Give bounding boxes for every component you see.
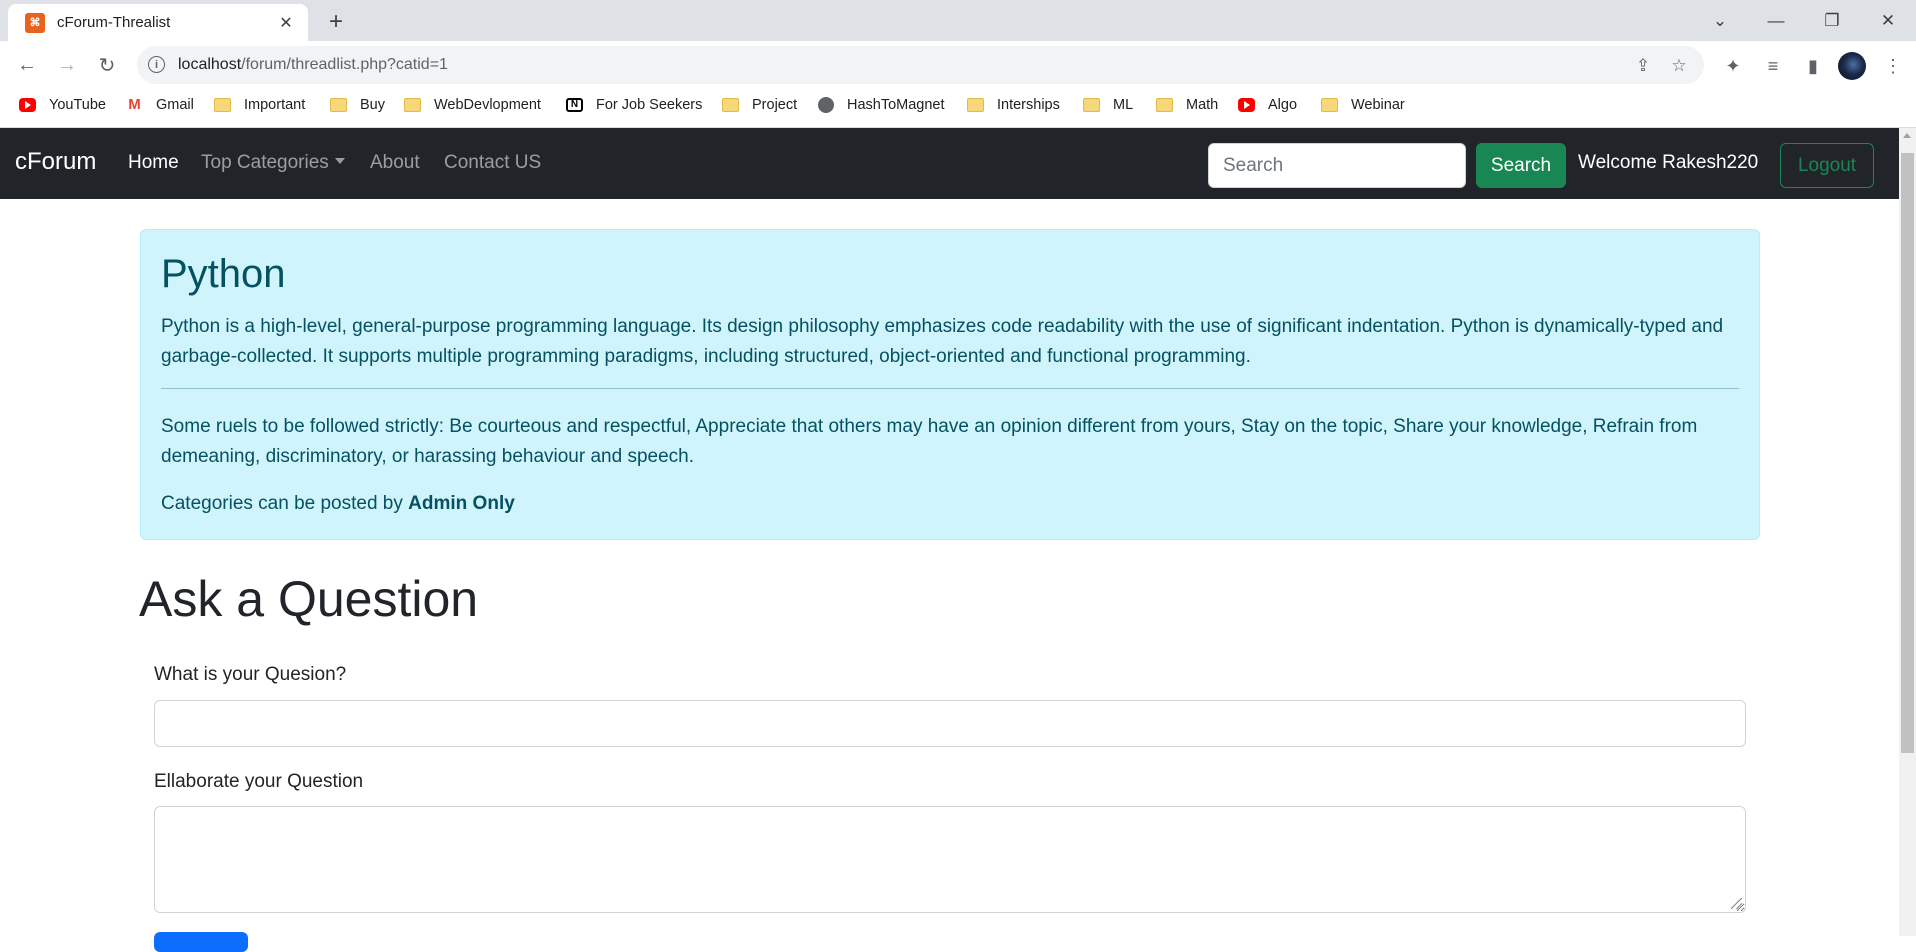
site-info-icon[interactable]: i xyxy=(148,56,165,73)
bookmark-ml[interactable]: ML xyxy=(1083,89,1133,121)
bookmark-label: HashToMagnet xyxy=(847,97,945,113)
nav-contact-us[interactable]: Contact US xyxy=(444,152,541,174)
bookmark-for-job-seekers[interactable]: N For Job Seekers xyxy=(566,89,702,121)
folder-icon xyxy=(967,98,984,112)
globe-icon xyxy=(818,97,834,113)
category-info-box: Python Python is a high-level, general-p… xyxy=(140,229,1760,540)
bookmark-label: Buy xyxy=(360,97,385,113)
restore-icon[interactable]: ❐ xyxy=(1804,0,1860,41)
bookmark-youtube[interactable]: YouTube xyxy=(19,89,106,121)
site-search-button[interactable]: Search xyxy=(1476,143,1566,188)
bookmark-label: Interships xyxy=(997,97,1060,113)
nav-about[interactable]: About xyxy=(370,152,420,174)
browser-tab[interactable]: ⌘ cForum-Threalist ✕ xyxy=(8,4,308,41)
question-title-input[interactable] xyxy=(154,700,1746,747)
browser-menu-icon[interactable]: ⋮ xyxy=(1880,53,1906,79)
folder-icon xyxy=(722,98,739,112)
bookmark-label: Important xyxy=(244,97,306,113)
bookmark-label: ML xyxy=(1113,97,1134,113)
welcome-user-text: Welcome Rakesh220 xyxy=(1578,152,1759,173)
bookmark-label: Webinar xyxy=(1351,97,1405,113)
bookmark-important[interactable]: Important xyxy=(214,89,305,121)
category-rules: Some ruels to be followed strictly: Be c… xyxy=(161,416,1698,467)
site-navbar: cForum Home Top Categories About Contact… xyxy=(0,128,1899,199)
scroll-up-arrow-icon[interactable] xyxy=(1903,133,1911,138)
youtube-icon xyxy=(1238,98,1255,112)
profile-avatar[interactable] xyxy=(1838,52,1866,80)
nav-home[interactable]: Home xyxy=(128,152,179,174)
bookmark-label: YouTube xyxy=(49,97,106,113)
divider xyxy=(161,388,1739,389)
url-text: localhost/forum/threadlist.php?catid=1 xyxy=(178,56,448,74)
bookmark-buy[interactable]: Buy xyxy=(330,89,385,121)
notion-icon: N xyxy=(566,98,583,112)
bookmark-project[interactable]: Project xyxy=(722,89,797,121)
share-icon[interactable]: ⇪ xyxy=(1632,55,1654,77)
youtube-icon xyxy=(19,98,36,112)
bookmark-webinar[interactable]: Webinar xyxy=(1321,89,1405,121)
submit-button[interactable] xyxy=(154,932,248,952)
dropdown-caret-icon xyxy=(334,158,345,164)
question-description-textarea[interactable] xyxy=(154,806,1746,913)
bookmark-hashtomagnet[interactable]: HashToMagnet xyxy=(818,89,945,121)
folder-icon xyxy=(330,98,347,112)
url-host: localhost xyxy=(178,56,242,73)
bookmark-label: For Job Seekers xyxy=(596,97,703,113)
folder-icon xyxy=(1083,98,1100,112)
posting-permission-role: Admin Only xyxy=(408,493,515,514)
nav-top-categories-label: Top Categories xyxy=(201,152,329,173)
question-description-label: Ellaborate your Question xyxy=(154,771,364,792)
folder-icon xyxy=(1156,98,1173,112)
ask-question-heading: Ask a Question xyxy=(139,571,479,627)
bookmark-interships[interactable]: Interships xyxy=(967,89,1060,121)
site-search-input[interactable] xyxy=(1208,143,1466,188)
new-tab-icon[interactable]: + xyxy=(322,8,350,36)
browser-tab-strip: ⌘ cForum-Threalist ✕ + ⌄ — ❐ ✕ xyxy=(0,0,1916,41)
tab-search-chevron-icon[interactable]: ⌄ xyxy=(1692,0,1748,41)
minimize-icon[interactable]: — xyxy=(1748,0,1804,41)
scroll-thumb[interactable] xyxy=(1901,153,1914,753)
window-close-icon[interactable]: ✕ xyxy=(1860,0,1916,41)
posting-permission-prefix: Categories can be posted by xyxy=(161,493,409,514)
tab-title: cForum-Threalist xyxy=(57,14,171,31)
posting-permission: Categories can be posted by Admin Only xyxy=(161,493,515,515)
url-path: /forum/threadlist.php?catid=1 xyxy=(241,56,448,73)
bookmark-label: Math xyxy=(1186,97,1219,113)
bookmark-label: Project xyxy=(752,97,798,113)
reload-icon[interactable]: ↻ xyxy=(92,50,122,80)
tab-close-icon[interactable]: ✕ xyxy=(275,12,297,34)
bookmark-star-icon[interactable]: ☆ xyxy=(1668,55,1690,77)
gmail-icon: M xyxy=(128,96,141,113)
bookmark-webdevlopment[interactable]: WebDevlopment xyxy=(404,89,541,121)
bookmark-label: WebDevlopment xyxy=(434,97,541,113)
forward-arrow-icon[interactable]: → xyxy=(52,50,82,80)
address-bar[interactable]: i localhost/forum/threadlist.php?catid=1… xyxy=(137,46,1704,84)
bookmark-gmail[interactable]: M Gmail xyxy=(126,89,194,121)
category-title: Python xyxy=(161,252,286,296)
browser-toolbar: ← → ↻ i localhost/forum/threadlist.php?c… xyxy=(0,41,1916,89)
side-panel-icon[interactable]: ▮ xyxy=(1800,53,1826,79)
folder-icon xyxy=(404,98,421,112)
question-title-label: What is your Quesion? xyxy=(154,664,347,685)
bookmark-algo[interactable]: Algo xyxy=(1238,89,1297,121)
bookmark-math[interactable]: Math xyxy=(1156,89,1218,121)
back-arrow-icon[interactable]: ← xyxy=(12,50,42,80)
textarea-resize-grip-icon[interactable] xyxy=(1731,898,1742,909)
logout-button[interactable]: Logout xyxy=(1780,143,1874,188)
folder-icon xyxy=(1321,98,1338,112)
media-control-icon[interactable]: ≡ xyxy=(1760,53,1786,79)
xampp-favicon-icon: ⌘ xyxy=(25,12,45,33)
extensions-puzzle-icon[interactable]: ✦ xyxy=(1720,53,1746,79)
bookmarks-bar: YouTube M Gmail Important Buy WebDevlopme… xyxy=(0,89,1916,128)
bookmark-label: Algo xyxy=(1268,97,1298,113)
page-scrollbar[interactable] xyxy=(1899,128,1916,936)
nav-top-categories[interactable]: Top Categories xyxy=(201,152,345,174)
bookmark-label: Gmail xyxy=(156,97,194,113)
site-brand[interactable]: cForum xyxy=(15,148,96,176)
folder-icon xyxy=(214,98,231,112)
category-description: Python is a high-level, general-purpose … xyxy=(161,316,1724,367)
